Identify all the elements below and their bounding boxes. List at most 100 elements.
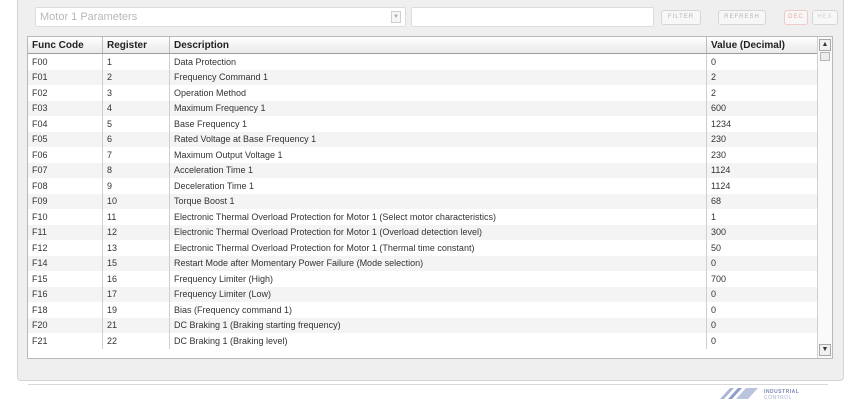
vertical-scrollbar[interactable]: ▲ ▼: [817, 37, 832, 358]
value-cell[interactable]: 68: [706, 193, 826, 209]
logo-text: INDUSTRIAL CONTROL: [764, 389, 799, 401]
value-cell[interactable]: 230: [706, 147, 826, 163]
table-header-row: Func Code Register Description Value (De…: [28, 37, 826, 54]
company-logo: INDUSTRIAL CONTROL: [718, 385, 813, 401]
func-code-cell: F04: [28, 116, 103, 132]
column-header-description[interactable]: Description: [169, 37, 707, 54]
description-cell: Electronic Thermal Overload Protection f…: [169, 209, 707, 225]
panel-footer-divider: [28, 378, 828, 385]
value-cell[interactable]: 700: [706, 271, 826, 287]
description-cell: Frequency Command 1: [169, 69, 707, 85]
description-cell: Rated Voltage at Base Frequency 1: [169, 131, 707, 147]
value-cell[interactable]: 0: [706, 317, 826, 333]
column-header-func-code[interactable]: Func Code: [28, 37, 103, 54]
table-row[interactable]: F18 19 Bias (Frequency command 1) 0: [28, 302, 826, 318]
dec-toggle-button[interactable]: DEC: [784, 10, 808, 25]
register-cell: 1: [102, 53, 170, 70]
register-cell: 19: [102, 302, 170, 318]
parameters-table: Func Code Register Description Value (De…: [27, 36, 833, 359]
table-row[interactable]: F12 13 Electronic Thermal Overload Protect…: [28, 240, 826, 256]
register-cell: 15: [102, 255, 170, 271]
parameter-group-select[interactable]: Motor 1 Parameters ▼: [35, 7, 406, 27]
table-row[interactable]: F06 7 Maximum Output Voltage 1 230: [28, 147, 826, 163]
description-cell: Data Protection: [169, 53, 707, 70]
register-cell: 5: [102, 116, 170, 132]
value-cell[interactable]: 1234: [706, 116, 826, 132]
register-cell: 13: [102, 240, 170, 256]
table-row[interactable]: F08 9 Deceleration Time 1 1124: [28, 178, 826, 194]
register-cell: 21: [102, 317, 170, 333]
value-cell[interactable]: 0: [706, 255, 826, 271]
func-code-cell: F05: [28, 131, 103, 147]
register-cell: 9: [102, 178, 170, 194]
description-cell: Electronic Thermal Overload Protection f…: [169, 240, 707, 256]
func-code-cell: F12: [28, 240, 103, 256]
parameter-group-value: Motor 1 Parameters: [40, 11, 138, 23]
table-row[interactable]: F14 15 Restart Mode after Momentary Power …: [28, 255, 826, 271]
scrollbar-thumb[interactable]: [820, 52, 830, 61]
table-row[interactable]: F09 10 Torque Boost 1 68: [28, 193, 826, 209]
table-row[interactable]: F11 12 Electronic Thermal Overload Protect…: [28, 224, 826, 240]
value-cell[interactable]: 230: [706, 131, 826, 147]
description-cell: Maximum Frequency 1: [169, 100, 707, 116]
table-row[interactable]: F04 5 Base Frequency 1 1234: [28, 116, 826, 132]
table-row[interactable]: F02 3 Operation Method 2: [28, 85, 826, 101]
description-cell: Deceleration Time 1: [169, 178, 707, 194]
table-row[interactable]: F01 2 Frequency Command 12: [28, 69, 826, 85]
refresh-button[interactable]: REFRESH: [718, 10, 766, 25]
table-row[interactable]: F16 17 Frequency Limiter (Low) 0: [28, 286, 826, 302]
table-row[interactable]: F07 8 Acceleration Time 1 1124: [28, 162, 826, 178]
func-code-cell: F01: [28, 69, 103, 85]
chevron-down-icon[interactable]: ▼: [391, 11, 401, 23]
column-header-register[interactable]: Register: [102, 37, 170, 54]
value-cell[interactable]: 0: [706, 302, 826, 318]
value-cell[interactable]: 50: [706, 240, 826, 256]
table-row[interactable]: F15 16 Frequency Limiter (High) 700: [28, 271, 826, 287]
register-cell: 17: [102, 286, 170, 302]
table-row[interactable]: F21 22 DC Braking 1 (Braking level) 0: [28, 333, 826, 349]
table-row[interactable]: F20 21 DC Braking 1 (Braking starting freq…: [28, 317, 826, 333]
table-row[interactable]: F05 6 Rated Voltage at Base Frequency 1 230: [28, 131, 826, 147]
toolbar: Motor 1 Parameters ▼ FILTER REFRESH DEC …: [18, 0, 843, 34]
arrow-down-icon[interactable]: ▼: [819, 344, 831, 356]
value-cell[interactable]: 1: [706, 209, 826, 225]
description-cell: DC Braking 1 (Braking level): [169, 333, 707, 349]
description-cell: Bias (Frequency command 1): [169, 302, 707, 318]
description-cell: DC Braking 1 (Braking starting frequency…: [169, 317, 707, 333]
value-cell[interactable]: 0: [706, 333, 826, 349]
value-cell[interactable]: 0: [706, 286, 826, 302]
hex-toggle-button[interactable]: HEX: [812, 10, 838, 25]
func-code-cell: F11: [28, 224, 103, 240]
value-cell[interactable]: 1124: [706, 178, 826, 194]
func-code-cell: F15: [28, 271, 103, 287]
column-header-value[interactable]: Value (Decimal): [706, 37, 826, 54]
logo-line-2: CONTROL: [764, 395, 792, 401]
value-cell[interactable]: 2: [706, 85, 826, 101]
register-cell: 2: [102, 69, 170, 85]
register-cell: 6: [102, 131, 170, 147]
filter-button[interactable]: FILTER: [661, 10, 701, 25]
func-code-cell: F00: [28, 53, 103, 70]
value-cell[interactable]: 1124: [706, 162, 826, 178]
func-code-cell: F03: [28, 100, 103, 116]
table-row[interactable]: F03 4 Maximum Frequency 1 600: [28, 100, 826, 116]
register-cell: 8: [102, 162, 170, 178]
register-cell: 3: [102, 85, 170, 101]
value-cell[interactable]: 300: [706, 224, 826, 240]
description-cell: Frequency Limiter (Low): [169, 286, 707, 302]
value-cell[interactable]: 2: [706, 69, 826, 85]
table-row[interactable]: F00 1 Data Protection 0: [28, 53, 826, 70]
value-cell[interactable]: 0: [706, 53, 826, 70]
register-cell: 12: [102, 224, 170, 240]
register-cell: 4: [102, 100, 170, 116]
arrow-up-icon[interactable]: ▲: [819, 39, 831, 51]
func-code-cell: F08: [28, 178, 103, 194]
func-code-cell: F09: [28, 193, 103, 209]
filter-input[interactable]: [411, 7, 654, 27]
func-code-cell: F06: [28, 147, 103, 163]
table-row[interactable]: F10 11 Electronic Thermal Overload Protect…: [28, 209, 826, 225]
parameters-panel: Motor 1 Parameters ▼ FILTER REFRESH DEC …: [17, 0, 844, 381]
register-cell: 11: [102, 209, 170, 225]
func-code-cell: F14: [28, 255, 103, 271]
value-cell[interactable]: 600: [706, 100, 826, 116]
